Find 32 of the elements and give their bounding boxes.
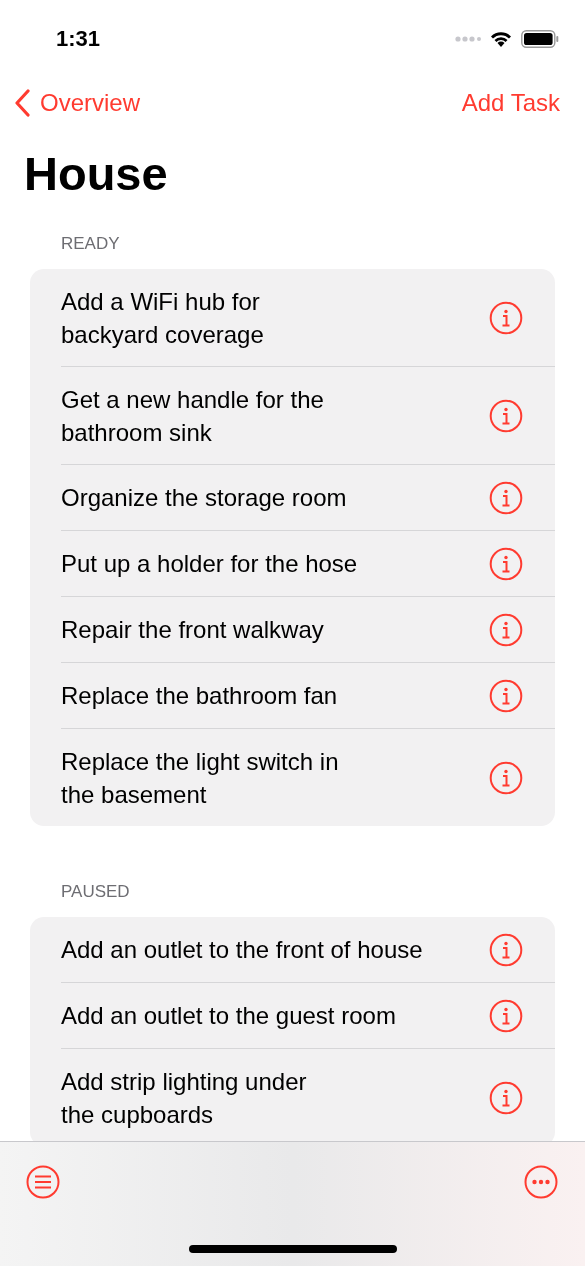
section-header: READY — [61, 233, 121, 255]
info-icon[interactable] — [489, 480, 523, 515]
task-title[interactable]: Add an outlet to the front of house — [61, 933, 423, 966]
info-icon[interactable] — [489, 932, 523, 967]
info-icon[interactable] — [489, 998, 523, 1033]
status-time: 1:31 — [56, 25, 101, 53]
info-icon[interactable] — [489, 612, 523, 647]
section-header: PAUSED — [61, 881, 131, 903]
task-title[interactable]: Organize the storage room — [61, 481, 347, 514]
task-title[interactable]: Repair the front walkway — [61, 613, 324, 646]
battery-icon — [521, 29, 559, 48]
page-title: House — [24, 146, 169, 202]
task-title[interactable]: Add an outlet to the guest room — [61, 999, 396, 1032]
task-title[interactable]: Replace the bathroom fan — [61, 679, 338, 712]
task-title[interactable]: Add a WiFi hub for backyard coverage — [61, 284, 264, 351]
signal-icon — [455, 35, 481, 42]
task-title[interactable]: Put up a holder for the hose — [61, 547, 358, 580]
info-icon[interactable] — [489, 678, 523, 713]
info-icon[interactable] — [489, 398, 523, 433]
back-button[interactable]: Overview — [14, 85, 141, 121]
info-icon[interactable] — [489, 1080, 523, 1115]
more-icon[interactable] — [524, 1165, 558, 1199]
wifi-icon — [489, 29, 513, 48]
add-task-button[interactable]: Add Task — [461, 85, 560, 121]
info-icon[interactable] — [489, 546, 523, 581]
chevron-left-icon — [14, 89, 30, 117]
list-icon[interactable] — [26, 1165, 60, 1199]
info-icon[interactable] — [489, 300, 523, 335]
task-title[interactable]: Get a new handle for the bathroom sink — [61, 382, 324, 449]
info-icon[interactable] — [489, 760, 523, 795]
task-title[interactable]: Replace the light switch in the basement — [61, 744, 339, 811]
task-title[interactable]: Add strip lighting under the cupboards — [61, 1064, 307, 1131]
